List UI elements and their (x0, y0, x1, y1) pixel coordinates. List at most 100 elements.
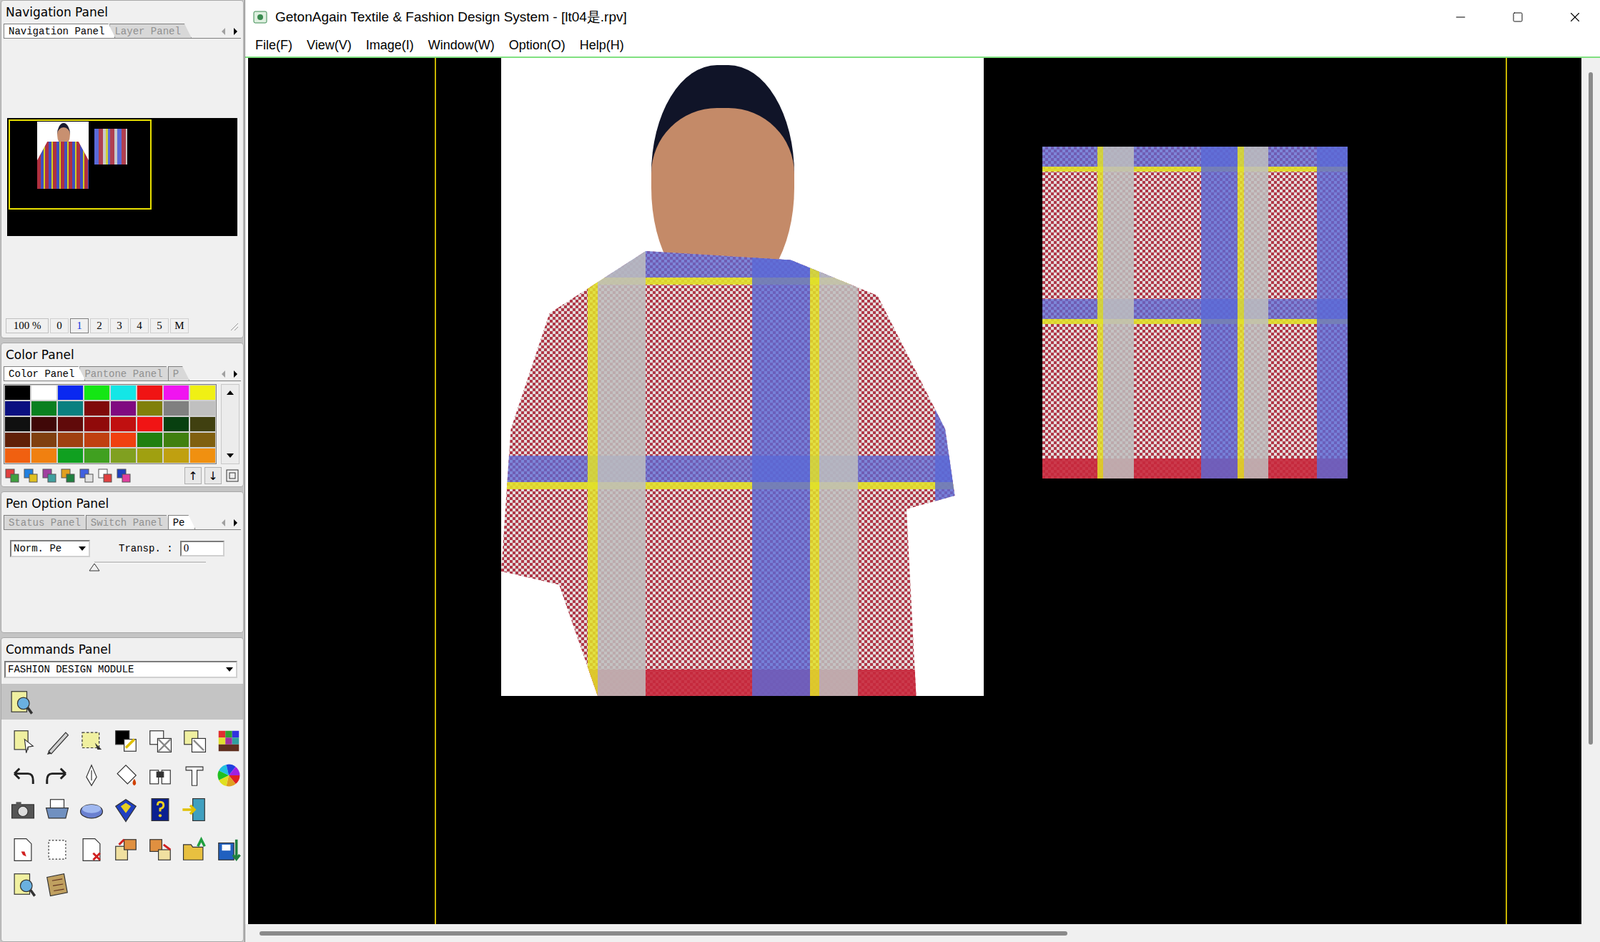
color-swatch[interactable] (163, 431, 190, 448)
command-button[interactable] (75, 759, 108, 791)
zoom-level-button[interactable]: 1 (70, 318, 89, 334)
tab-right-arrow-icon[interactable] (229, 25, 241, 38)
command-button[interactable] (144, 759, 176, 791)
menu-item[interactable]: File(F) (248, 36, 300, 55)
command-button[interactable] (110, 724, 142, 757)
command-button[interactable] (213, 724, 244, 757)
move-color-button[interactable]: ↓ (204, 466, 222, 485)
color-swatch[interactable] (4, 416, 31, 432)
command-button[interactable] (144, 724, 176, 757)
color-swatch[interactable] (136, 416, 164, 432)
slider-thumb-icon[interactable] (88, 562, 101, 572)
command-button[interactable] (178, 724, 211, 757)
command-button[interactable] (178, 759, 211, 791)
color-swatch[interactable] (83, 431, 111, 448)
color-tool-icon[interactable] (22, 467, 39, 484)
panel-tab[interactable]: Layer Panel (109, 23, 191, 38)
tab-left-arrow-icon[interactable] (218, 516, 230, 530)
guide-line[interactable] (434, 57, 437, 924)
color-swatch[interactable] (30, 400, 58, 417)
color-swatch[interactable] (110, 384, 137, 401)
command-button[interactable] (7, 759, 39, 791)
transparency-input[interactable]: 0 (180, 540, 225, 557)
color-swatch[interactable] (30, 416, 58, 432)
color-swatch[interactable] (57, 431, 84, 448)
dropdown-arrow-icon[interactable] (75, 543, 89, 554)
guide-line[interactable] (1505, 57, 1508, 924)
panel-tab[interactable]: P (168, 366, 190, 381)
color-swatch[interactable] (110, 447, 137, 464)
color-tool-icon[interactable] (4, 467, 21, 484)
pen-mode-select[interactable]: Norm. Pe (10, 539, 91, 557)
color-tool-icon[interactable] (97, 467, 113, 484)
command-button[interactable] (7, 724, 39, 757)
color-swatch[interactable] (110, 431, 137, 448)
menu-item[interactable]: Window(W) (421, 36, 502, 55)
color-box-icon[interactable] (224, 467, 241, 484)
panel-tab[interactable]: Color Panel (3, 366, 86, 381)
command-button[interactable] (7, 867, 39, 900)
command-button[interactable] (110, 759, 142, 791)
command-button[interactable] (213, 833, 244, 866)
color-swatch[interactable] (136, 384, 164, 401)
color-swatch[interactable] (57, 400, 84, 417)
color-swatch[interactable] (30, 447, 58, 464)
zoom-level-button[interactable]: 5 (150, 318, 169, 334)
menu-item[interactable]: View(V) (299, 36, 359, 55)
command-button[interactable] (7, 833, 39, 866)
color-tool-icon[interactable] (78, 467, 95, 484)
resize-grip-icon[interactable] (228, 321, 239, 332)
zoom-level-button[interactable]: 0 (50, 318, 69, 334)
command-button[interactable] (144, 793, 176, 826)
color-swatch[interactable] (4, 384, 31, 401)
scroll-down-icon[interactable] (222, 447, 239, 464)
zoom-level-button[interactable]: 3 (110, 318, 129, 334)
command-button[interactable] (41, 759, 73, 791)
menu-item[interactable]: Image(I) (358, 36, 422, 55)
color-swatch[interactable] (83, 400, 111, 417)
panel-tab[interactable]: Switch Panel (85, 514, 174, 530)
fabric-swatch[interactable] (1042, 146, 1348, 479)
color-tool-icon[interactable] (115, 467, 132, 484)
command-button[interactable] (213, 759, 244, 791)
design-canvas[interactable] (248, 57, 1582, 924)
color-swatch[interactable] (57, 384, 84, 401)
command-button[interactable] (41, 833, 73, 866)
zoom-level-button[interactable]: 4 (130, 318, 149, 334)
color-swatch[interactable] (163, 400, 190, 417)
module-select[interactable]: FASHION DESIGN MODULE (4, 660, 238, 678)
panel-tab[interactable]: Navigation Panel (3, 23, 116, 38)
viewport-frame[interactable] (8, 119, 152, 210)
color-swatch[interactable] (189, 431, 216, 448)
command-button[interactable] (144, 833, 176, 866)
panel-tab[interactable]: Pantone Panel (79, 366, 174, 381)
panel-tab[interactable]: Status Panel (3, 514, 92, 530)
move-color-button[interactable]: ↑ (184, 466, 202, 485)
color-swatch[interactable] (189, 416, 216, 432)
color-swatch[interactable] (83, 416, 111, 432)
color-swatch[interactable] (110, 400, 137, 417)
color-swatch[interactable] (83, 447, 111, 464)
color-swatch[interactable] (57, 416, 84, 432)
command-button[interactable] (7, 793, 39, 826)
command-button[interactable] (178, 833, 211, 866)
color-swatch[interactable] (30, 384, 58, 401)
menu-item[interactable]: Option(O) (501, 36, 573, 55)
command-button[interactable] (75, 833, 108, 866)
command-button[interactable] (110, 793, 142, 826)
color-swatch[interactable] (189, 447, 216, 464)
navigation-thumbnail[interactable] (7, 117, 238, 236)
color-swatch[interactable] (83, 384, 111, 401)
color-swatch[interactable] (4, 400, 31, 417)
color-swatch[interactable] (163, 447, 190, 464)
transparency-slider[interactable] (94, 558, 206, 573)
command-button[interactable] (75, 724, 108, 757)
color-swatch[interactable] (136, 400, 164, 417)
color-swatch[interactable] (189, 400, 216, 417)
color-tool-icon[interactable] (41, 467, 58, 484)
minimize-button[interactable] (1435, 0, 1486, 34)
tab-left-arrow-icon[interactable] (218, 25, 230, 38)
horizontal-scrollbar[interactable] (245, 923, 1582, 942)
tab-right-arrow-icon[interactable] (229, 516, 241, 530)
maximize-button[interactable] (1492, 0, 1543, 34)
